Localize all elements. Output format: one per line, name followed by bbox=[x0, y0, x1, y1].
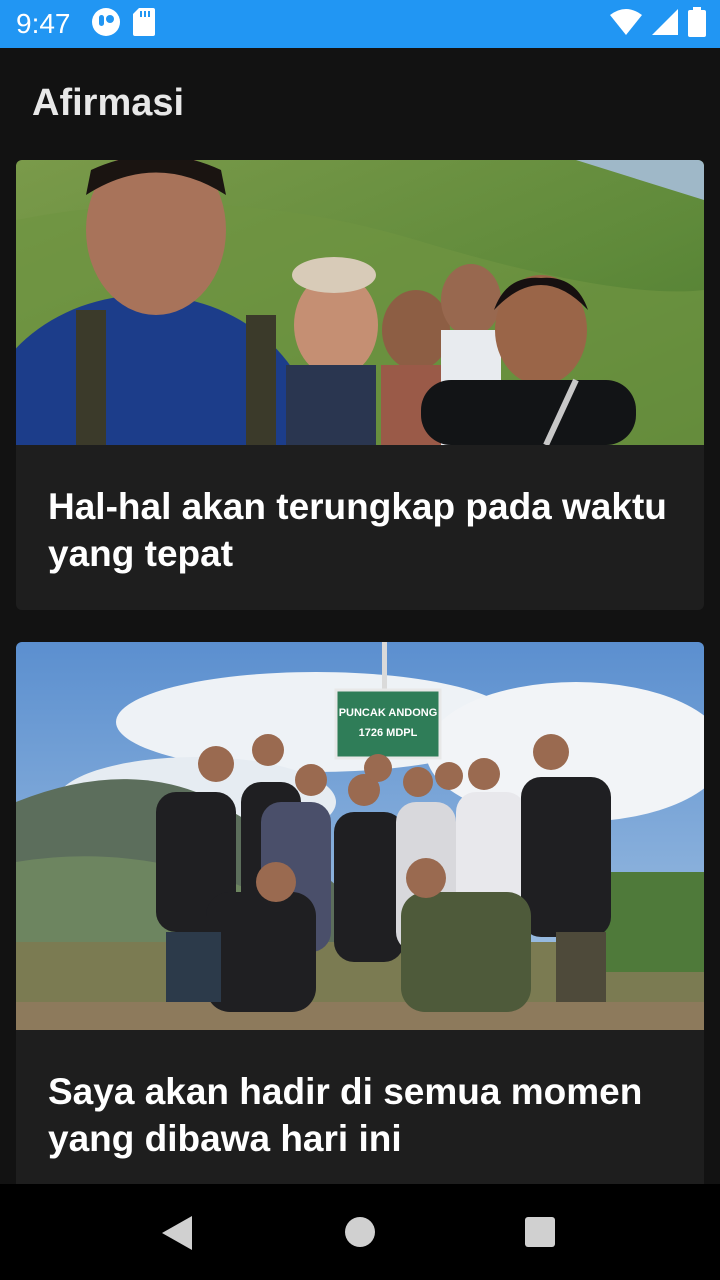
recents-icon[interactable] bbox=[525, 1217, 555, 1252]
summit-sign-altitude: 1726 MDPL bbox=[359, 727, 418, 739]
back-icon[interactable] bbox=[162, 1216, 194, 1255]
home-icon[interactable] bbox=[345, 1217, 375, 1252]
group-summit-photo: PUNCAK ANDONG 1726 MDPL bbox=[16, 642, 704, 1030]
affirmation-text: Hal-hal akan terungkap pada waktu yang t… bbox=[48, 486, 667, 574]
affirmation-card[interactable]: PUNCAK ANDONG 1726 MDPL Saya akan hadir … bbox=[16, 642, 704, 1202]
affirmation-card[interactable]: Hal-hal akan terungkap pada waktu yang t… bbox=[16, 160, 704, 610]
summit-sign-title: PUNCAK ANDONG bbox=[339, 707, 438, 719]
status-bar: 9:47 bbox=[0, 0, 720, 48]
cellular-signal-icon bbox=[652, 8, 678, 40]
page-title: Afirmasi bbox=[32, 82, 185, 124]
group-selfie-photo bbox=[16, 160, 704, 445]
status-time: 9:47 bbox=[16, 8, 71, 39]
wifi-icon bbox=[610, 8, 642, 40]
battery-icon bbox=[688, 6, 706, 42]
affirmation-text: Saya akan hadir di semua momen yang diba… bbox=[48, 1071, 643, 1159]
sd-card-icon bbox=[132, 7, 155, 41]
navigation-bar bbox=[0, 1184, 720, 1280]
assistant-icon bbox=[91, 7, 121, 42]
